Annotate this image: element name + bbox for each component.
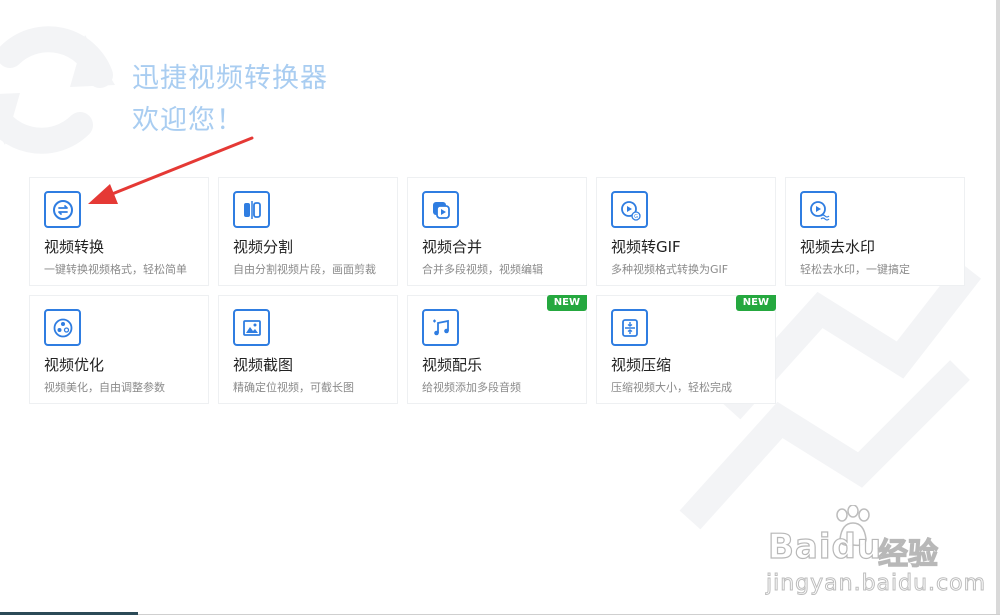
tool-title: 视频优化	[44, 356, 105, 374]
tool-title: 视频合并	[422, 238, 483, 256]
tool-card-video-to-gif[interactable]: G 视频转GIF 多种视频格式转换为GIF	[596, 177, 776, 286]
new-badge: NEW	[735, 295, 776, 311]
tool-description: 合并多段视频，视频编辑	[422, 263, 543, 276]
tool-title: 视频转换	[44, 238, 105, 256]
watermark-url: jingyan.baidu.com	[765, 571, 987, 597]
welcome-banner: 迅捷视频转换器 欢迎您！	[132, 58, 328, 142]
watermark-brand-cn: 经验	[877, 536, 938, 572]
tool-card-video-compress[interactable]: NEW 视频压缩 压缩视频大小，轻松完成	[596, 295, 776, 404]
watermark-remove-icon	[800, 191, 837, 228]
svg-text:G: G	[634, 214, 638, 220]
tool-title: 视频截图	[233, 356, 294, 374]
tool-description: 视频美化，自由调整参数	[44, 381, 165, 394]
tool-description: 压缩视频大小，轻松完成	[611, 381, 732, 394]
tool-card-video-screenshot[interactable]: 视频截图 精确定位视频，可截长图	[218, 295, 398, 404]
tool-title: 视频压缩	[611, 356, 672, 374]
screenshot-icon	[233, 309, 270, 346]
tool-title: 视频分割	[233, 238, 294, 256]
optimize-icon	[44, 309, 81, 346]
app-title: 迅捷视频转换器	[132, 63, 328, 94]
watermark-brand: Baidu	[767, 526, 883, 567]
convert-icon	[44, 191, 81, 228]
tool-title: 视频转GIF	[611, 238, 681, 256]
music-icon	[422, 309, 459, 346]
tool-card-watermark-remove[interactable]: 视频去水印 轻松去水印，一键搞定	[785, 177, 965, 286]
tool-card-video-music[interactable]: NEW 视频配乐 给视频添加多段音频	[407, 295, 587, 404]
tool-description: 给视频添加多段音频	[422, 381, 521, 394]
new-badge: NEW	[546, 295, 587, 311]
tool-description: 轻松去水印，一键搞定	[800, 263, 910, 276]
tool-description: 一键转换视频格式，轻松简单	[44, 263, 187, 276]
tool-description: 多种视频格式转换为GIF	[611, 263, 729, 276]
annotation-arrow-icon	[88, 136, 254, 204]
tool-card-video-optimize[interactable]: 视频优化 视频美化，自由调整参数	[29, 295, 209, 404]
tool-description: 自由分割视频片段，画面剪裁	[233, 263, 376, 276]
tool-description: 精确定位视频，可截长图	[233, 381, 354, 394]
merge-icon	[422, 191, 459, 228]
baidu-watermark: Baidu 经验 jingyan.baidu.com	[760, 505, 986, 605]
tool-title: 视频去水印	[800, 238, 876, 256]
tool-title: 视频配乐	[422, 356, 483, 374]
tool-card-video-merge[interactable]: 视频合并 合并多段视频，视频编辑	[407, 177, 587, 286]
compress-icon	[611, 309, 648, 346]
gif-icon: G	[611, 191, 648, 228]
